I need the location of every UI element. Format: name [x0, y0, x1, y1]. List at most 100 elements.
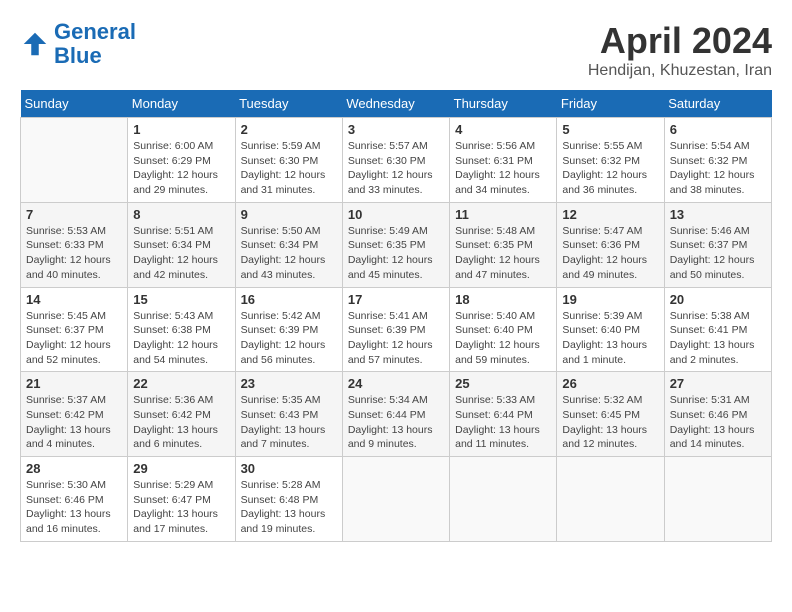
week-row-1: 1Sunrise: 6:00 AMSunset: 6:29 PMDaylight… — [21, 118, 772, 203]
day-number: 8 — [133, 207, 229, 222]
calendar-cell: 24 Sunrise: 5:34 AMSunset: 6:44 PMDayligh… — [342, 372, 449, 457]
weekday-header-thursday: Thursday — [450, 90, 557, 118]
day-info: Sunrise: 5:38 AMSunset: 6:41 PMDaylight:… — [670, 309, 766, 368]
day-info: Sunrise: 5:46 AMSunset: 6:37 PMDaylight:… — [670, 224, 766, 283]
day-number: 26 — [562, 376, 658, 391]
calendar-cell: 20Sunrise: 5:38 AMSunset: 6:41 PMDayligh… — [664, 287, 771, 372]
day-info: Sunrise: 5:40 AMSunset: 6:40 PMDaylight:… — [455, 309, 551, 368]
calendar-cell: 17 Sunrise: 5:41 AMSunset: 6:39 PMDayligh… — [342, 287, 449, 372]
calendar-cell: 26 Sunrise: 5:32 AMSunset: 6:45 PMDayligh… — [557, 372, 664, 457]
calendar-cell: 6 Sunrise: 5:54 AMSunset: 6:32 PMDaylight… — [664, 118, 771, 203]
day-number: 17 — [348, 292, 444, 307]
calendar-cell: 1Sunrise: 6:00 AMSunset: 6:29 PMDaylight… — [128, 118, 235, 203]
day-number: 5 — [562, 122, 658, 137]
day-number: 15 — [133, 292, 229, 307]
day-info: Sunrise: 5:56 AMSunset: 6:31 PMDaylight:… — [455, 139, 551, 198]
day-info: Sunrise: 5:42 AMSunset: 6:39 PMDaylight:… — [241, 309, 337, 368]
day-info: Sunrise: 5:59 AMSunset: 6:30 PMDaylight:… — [241, 139, 337, 198]
day-info: Sunrise: 5:39 AMSunset: 6:40 PMDaylight:… — [562, 309, 658, 368]
day-info: Sunrise: 5:34 AMSunset: 6:44 PMDaylight:… — [348, 393, 444, 452]
calendar-cell: 11 Sunrise: 5:48 AMSunset: 6:35 PMDayligh… — [450, 202, 557, 287]
day-number: 18 — [455, 292, 551, 307]
calendar-table: SundayMondayTuesdayWednesdayThursdayFrid… — [20, 90, 772, 542]
logo-text: General Blue — [54, 20, 136, 68]
day-number: 4 — [455, 122, 551, 137]
weekday-header-friday: Friday — [557, 90, 664, 118]
day-info: Sunrise: 5:48 AMSunset: 6:35 PMDaylight:… — [455, 224, 551, 283]
logo-line2: Blue — [54, 43, 102, 68]
day-info: Sunrise: 5:55 AMSunset: 6:32 PMDaylight:… — [562, 139, 658, 198]
day-number: 12 — [562, 207, 658, 222]
calendar-cell: 18 Sunrise: 5:40 AMSunset: 6:40 PMDayligh… — [450, 287, 557, 372]
calendar-cell — [342, 457, 449, 542]
day-info: Sunrise: 5:45 AMSunset: 6:37 PMDaylight:… — [26, 309, 122, 368]
day-info: Sunrise: 5:33 AMSunset: 6:44 PMDaylight:… — [455, 393, 551, 452]
logo-line1: General — [54, 19, 136, 44]
weekday-header-row: SundayMondayTuesdayWednesdayThursdayFrid… — [21, 90, 772, 118]
day-info: Sunrise: 5:54 AMSunset: 6:32 PMDaylight:… — [670, 139, 766, 198]
calendar-cell: 22Sunrise: 5:36 AMSunset: 6:42 PMDayligh… — [128, 372, 235, 457]
week-row-4: 21Sunrise: 5:37 AMSunset: 6:42 PMDayligh… — [21, 372, 772, 457]
day-number: 28 — [26, 461, 122, 476]
day-info: Sunrise: 5:37 AMSunset: 6:42 PMDaylight:… — [26, 393, 122, 452]
day-info: Sunrise: 5:51 AMSunset: 6:34 PMDaylight:… — [133, 224, 229, 283]
weekday-header-saturday: Saturday — [664, 90, 771, 118]
day-info: Sunrise: 5:47 AMSunset: 6:36 PMDaylight:… — [562, 224, 658, 283]
calendar-cell: 25 Sunrise: 5:33 AMSunset: 6:44 PMDayligh… — [450, 372, 557, 457]
day-info: Sunrise: 5:30 AMSunset: 6:46 PMDaylight:… — [26, 478, 122, 537]
calendar-cell: 12 Sunrise: 5:47 AMSunset: 6:36 PMDayligh… — [557, 202, 664, 287]
day-info: Sunrise: 5:35 AMSunset: 6:43 PMDaylight:… — [241, 393, 337, 452]
calendar-cell: 15 Sunrise: 5:43 AMSunset: 6:38 PMDayligh… — [128, 287, 235, 372]
day-info: Sunrise: 5:41 AMSunset: 6:39 PMDaylight:… — [348, 309, 444, 368]
day-number: 23 — [241, 376, 337, 391]
calendar-cell: 14Sunrise: 5:45 AMSunset: 6:37 PMDayligh… — [21, 287, 128, 372]
calendar-cell: 10 Sunrise: 5:49 AMSunset: 6:35 PMDayligh… — [342, 202, 449, 287]
day-info: Sunrise: 5:57 AMSunset: 6:30 PMDaylight:… — [348, 139, 444, 198]
day-number: 27 — [670, 376, 766, 391]
calendar-cell — [557, 457, 664, 542]
day-number: 2 — [241, 122, 337, 137]
calendar-cell: 5 Sunrise: 5:55 AMSunset: 6:32 PMDaylight… — [557, 118, 664, 203]
day-info: Sunrise: 5:53 AMSunset: 6:33 PMDaylight:… — [26, 224, 122, 283]
calendar-cell: 29 Sunrise: 5:29 AMSunset: 6:47 PMDayligh… — [128, 457, 235, 542]
day-number: 6 — [670, 122, 766, 137]
day-number: 11 — [455, 207, 551, 222]
calendar-cell: 7Sunrise: 5:53 AMSunset: 6:33 PMDaylight… — [21, 202, 128, 287]
day-number: 25 — [455, 376, 551, 391]
weekday-header-sunday: Sunday — [21, 90, 128, 118]
week-row-2: 7Sunrise: 5:53 AMSunset: 6:33 PMDaylight… — [21, 202, 772, 287]
weekday-header-tuesday: Tuesday — [235, 90, 342, 118]
day-info: Sunrise: 5:50 AMSunset: 6:34 PMDaylight:… — [241, 224, 337, 283]
day-number: 24 — [348, 376, 444, 391]
calendar-cell: 21Sunrise: 5:37 AMSunset: 6:42 PMDayligh… — [21, 372, 128, 457]
calendar-cell: 30 Sunrise: 5:28 AMSunset: 6:48 PMDayligh… — [235, 457, 342, 542]
day-info: Sunrise: 5:49 AMSunset: 6:35 PMDaylight:… — [348, 224, 444, 283]
calendar-cell: 23 Sunrise: 5:35 AMSunset: 6:43 PMDayligh… — [235, 372, 342, 457]
calendar-cell: 16Sunrise: 5:42 AMSunset: 6:39 PMDayligh… — [235, 287, 342, 372]
logo: General Blue — [20, 20, 136, 68]
calendar-cell — [450, 457, 557, 542]
page-header: General Blue April 2024 Hendijan, Khuzes… — [20, 20, 772, 80]
calendar-cell: 2 Sunrise: 5:59 AMSunset: 6:30 PMDaylight… — [235, 118, 342, 203]
title-block: April 2024 Hendijan, Khuzestan, Iran — [588, 20, 772, 80]
calendar-cell: 28 Sunrise: 5:30 AMSunset: 6:46 PMDayligh… — [21, 457, 128, 542]
day-info: Sunrise: 6:00 AMSunset: 6:29 PMDaylight:… — [133, 139, 229, 198]
week-row-3: 14Sunrise: 5:45 AMSunset: 6:37 PMDayligh… — [21, 287, 772, 372]
calendar-cell: 8 Sunrise: 5:51 AMSunset: 6:34 PMDaylight… — [128, 202, 235, 287]
day-info: Sunrise: 5:43 AMSunset: 6:38 PMDaylight:… — [133, 309, 229, 368]
calendar-cell: 4 Sunrise: 5:56 AMSunset: 6:31 PMDaylight… — [450, 118, 557, 203]
day-number: 13 — [670, 207, 766, 222]
calendar-cell: 19 Sunrise: 5:39 AMSunset: 6:40 PMDayligh… — [557, 287, 664, 372]
calendar-cell: 3Sunrise: 5:57 AMSunset: 6:30 PMDaylight… — [342, 118, 449, 203]
day-info: Sunrise: 5:29 AMSunset: 6:47 PMDaylight:… — [133, 478, 229, 537]
day-number: 19 — [562, 292, 658, 307]
day-number: 30 — [241, 461, 337, 476]
day-info: Sunrise: 5:28 AMSunset: 6:48 PMDaylight:… — [241, 478, 337, 537]
day-info: Sunrise: 5:31 AMSunset: 6:46 PMDaylight:… — [670, 393, 766, 452]
location: Hendijan, Khuzestan, Iran — [588, 62, 772, 80]
calendar-cell — [21, 118, 128, 203]
weekday-header-monday: Monday — [128, 90, 235, 118]
day-number: 10 — [348, 207, 444, 222]
day-number: 29 — [133, 461, 229, 476]
day-info: Sunrise: 5:32 AMSunset: 6:45 PMDaylight:… — [562, 393, 658, 452]
